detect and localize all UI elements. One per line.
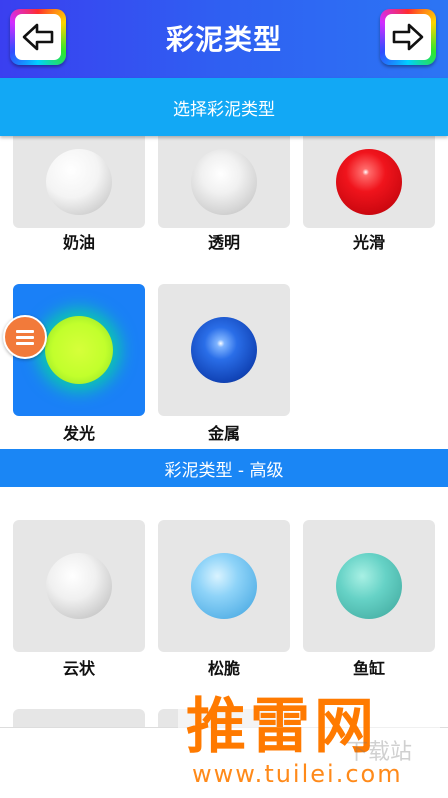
watermark: 推雷网 下载站 www.tuilei.com — [178, 676, 440, 794]
menu-icon-line — [16, 341, 34, 345]
section-header-basic: 选择彩泥类型 — [0, 78, 448, 136]
header-bar: 彩泥类型 — [0, 0, 448, 78]
type-tile-crunchy[interactable] — [158, 520, 290, 652]
type-label-metal: 金属 — [207, 424, 240, 443]
menu-icon-line — [16, 335, 34, 339]
type-label-cream: 奶油 — [62, 233, 95, 252]
transparent-ball-icon — [191, 149, 257, 215]
type-tile-metal[interactable] — [158, 284, 290, 416]
glow-ball-icon — [45, 316, 113, 384]
smooth-ball-icon — [336, 149, 402, 215]
menu-icon — [16, 329, 34, 333]
forward-button[interactable] — [380, 9, 436, 65]
menu-button[interactable] — [3, 315, 47, 359]
watermark-url: www.tuilei.com — [192, 760, 403, 788]
type-tile-cloud[interactable] — [13, 520, 145, 652]
type-label-cloud: 云状 — [62, 659, 95, 678]
type-label-transparent: 透明 — [207, 233, 240, 252]
metal-ball-icon — [191, 317, 257, 383]
crunchy-ball-icon — [191, 553, 257, 619]
cloud-ball-icon — [46, 553, 112, 619]
type-tile-fishbowl[interactable] — [303, 520, 435, 652]
section-header-advanced: 彩泥类型 - 高级 — [0, 449, 448, 487]
type-label-glow: 发光 — [62, 424, 95, 443]
type-label-smooth: 光滑 — [352, 233, 385, 252]
fishbowl-ball-icon — [336, 553, 402, 619]
cream-ball-icon — [46, 149, 112, 215]
arrow-right-icon — [392, 23, 424, 51]
